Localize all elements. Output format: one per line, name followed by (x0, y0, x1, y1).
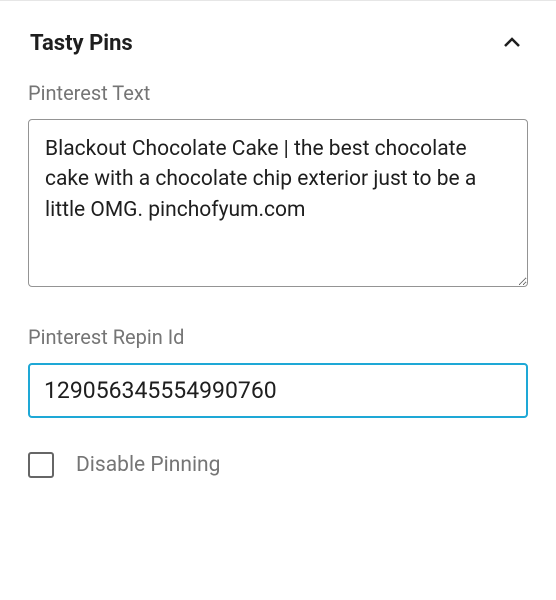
pinterest-repin-id-input[interactable] (28, 363, 528, 418)
pinterest-text-field-group: Pinterest Text (28, 81, 528, 291)
disable-pinning-row: Disable Pinning (28, 452, 528, 478)
panel-header-toggle[interactable]: Tasty Pins (28, 21, 528, 81)
pinterest-text-input[interactable] (28, 119, 528, 287)
disable-pinning-label[interactable]: Disable Pinning (76, 453, 220, 477)
pinterest-repin-id-label: Pinterest Repin Id (28, 325, 528, 349)
disable-pinning-checkbox[interactable] (28, 452, 54, 478)
pinterest-repin-id-field-group: Pinterest Repin Id (28, 325, 528, 418)
tasty-pins-panel: Tasty Pins Pinterest Text Pinterest Repi… (0, 1, 556, 498)
panel-title: Tasty Pins (30, 31, 133, 56)
pinterest-text-label: Pinterest Text (28, 81, 528, 105)
chevron-up-icon (498, 29, 526, 57)
